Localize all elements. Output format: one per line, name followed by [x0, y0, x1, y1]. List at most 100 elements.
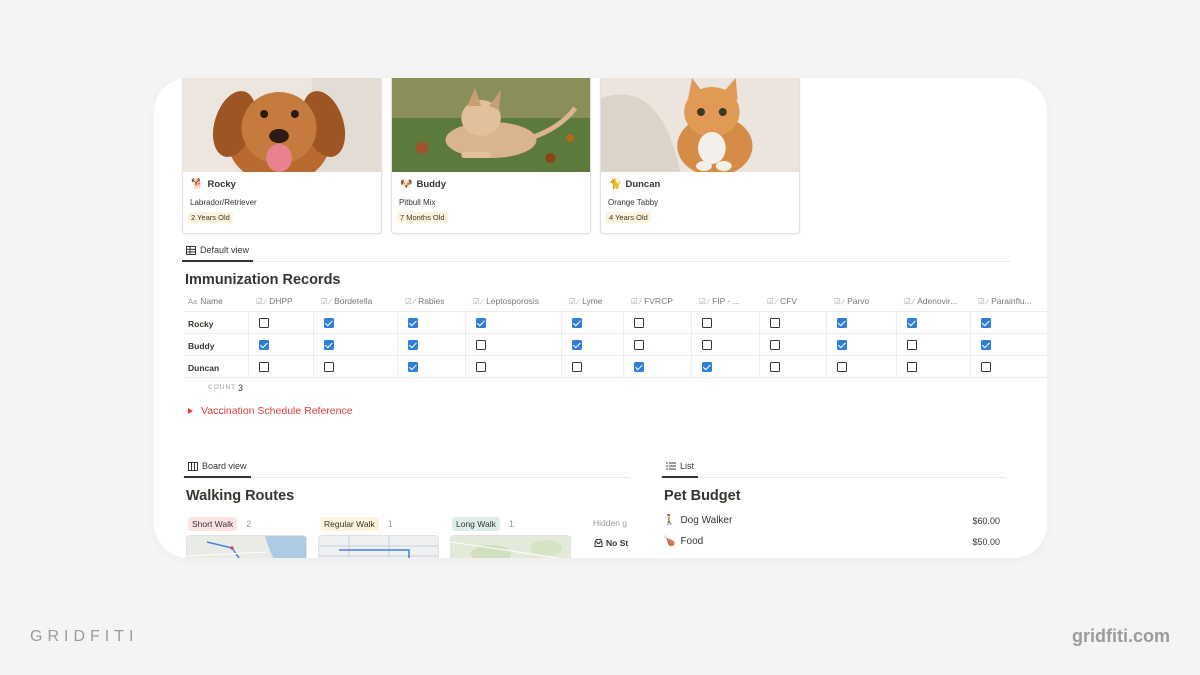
tab-board-view[interactable]: Board view [184, 456, 251, 478]
pet-card-buddy[interactable]: 🐶 Buddy Pitbull Mix 7 Months Old [391, 78, 591, 234]
vaccine-checkbox[interactable] [907, 362, 917, 372]
vaccine-checkbox[interactable] [634, 362, 644, 372]
group-tag: Regular Walk [320, 517, 379, 531]
pet-name-duncan: 🐈 Duncan [609, 179, 661, 190]
vaccine-checkbox[interactable] [770, 340, 780, 350]
vaccine-checkbox[interactable] [634, 318, 644, 328]
checkbox-formula-icon: ☑ ⁄ [321, 296, 332, 306]
vaccine-checkbox[interactable] [324, 318, 334, 328]
table-row-name[interactable]: Rocky [188, 319, 214, 329]
column-header-label: Name [200, 296, 223, 306]
vaccine-checkbox[interactable] [408, 362, 418, 372]
pet-name-buddy: 🐶 Buddy [400, 179, 447, 190]
group-count: 2 [246, 519, 252, 529]
immunization-title: Immunization Records [185, 272, 341, 288]
tab-default-view[interactable]: Default view [182, 240, 254, 262]
pet-breed: Pitbull Mix [399, 198, 436, 207]
text-type-icon: Aa [188, 296, 198, 306]
vaccine-checkbox[interactable] [702, 362, 712, 372]
vaccine-checkbox[interactable] [259, 362, 269, 372]
pet-name-rocky: 🐕 Rocky [191, 179, 236, 190]
pet-card-rocky[interactable]: 🐕 Rocky Labrador/Retriever 2 Years Old [182, 78, 382, 234]
column-header-dhpp[interactable]: ☑ ⁄ DHPP [256, 291, 312, 311]
vaccination-schedule-toggle[interactable]: Vaccination Schedule Reference [188, 405, 353, 417]
vaccine-checkbox[interactable] [476, 340, 486, 350]
checkbox-formula-icon: ☑ ⁄ [405, 296, 416, 306]
gridfiti-logo: GRIDFITI [30, 628, 139, 645]
pet-age-badge: 7 Months Old [397, 212, 448, 223]
table-column-divider [970, 312, 971, 378]
group-regular-walk[interactable]: Regular Walk 1 [320, 517, 393, 531]
vaccine-checkbox[interactable] [476, 318, 486, 328]
no-status-group[interactable]: No St [594, 538, 630, 548]
vaccine-checkbox[interactable] [907, 318, 917, 328]
vaccine-checkbox[interactable] [981, 318, 991, 328]
vaccine-checkbox[interactable] [837, 340, 847, 350]
pet-card-duncan[interactable]: 🐈 Duncan Orange Tabby 4 Years Old [600, 78, 800, 234]
group-tag: Long Walk [452, 517, 500, 531]
vaccine-checkbox[interactable] [837, 318, 847, 328]
column-header-bordetella[interactable]: ☑ ⁄ Bordetella [321, 291, 395, 311]
table-row-name[interactable]: Duncan [188, 363, 219, 373]
vaccine-checkbox[interactable] [408, 340, 418, 350]
pet-age-badge: 4 Years Old [606, 212, 651, 223]
table-column-divider [397, 312, 398, 378]
column-header-leptosporosis[interactable]: ☑ ⁄ Leptosporosis [473, 291, 559, 311]
notion-page-panel: 🐕 Rocky Labrador/Retriever 2 Years Old 🐶 B… [154, 78, 1047, 558]
column-header-rabies[interactable]: ☑ ⁄ Rabies [405, 291, 463, 311]
column-header-lyme[interactable]: ☑ ⁄ Lyme [569, 291, 621, 311]
group-long-walk[interactable]: Long Walk 1 [452, 517, 514, 531]
vaccine-checkbox[interactable] [324, 340, 334, 350]
table-column-divider [759, 312, 760, 378]
vaccine-checkbox[interactable] [259, 318, 269, 328]
column-header-parvo[interactable]: ☑ ⁄ Parvo [834, 291, 894, 311]
column-header-label: Bordetella [334, 296, 373, 306]
vaccine-checkbox[interactable] [408, 318, 418, 328]
column-header-parainflu[interactable]: ☑ ⁄ Parainflu... [978, 291, 1047, 311]
vaccine-checkbox[interactable] [981, 362, 991, 372]
table-column-divider [313, 312, 314, 378]
vaccine-checkbox[interactable] [634, 340, 644, 350]
vaccine-checkbox[interactable] [572, 362, 582, 372]
route-card-map[interactable] [186, 535, 307, 558]
vaccine-checkbox[interactable] [702, 318, 712, 328]
map-image [319, 536, 438, 558]
hidden-groups-label[interactable]: Hidden g [593, 518, 630, 528]
vaccine-checkbox[interactable] [324, 362, 334, 372]
table-row-name[interactable]: Buddy [188, 341, 214, 351]
vaccine-checkbox[interactable] [476, 362, 486, 372]
vaccine-checkbox[interactable] [770, 318, 780, 328]
pet-breed: Labrador/Retriever [190, 198, 257, 207]
route-card-map[interactable] [450, 535, 571, 558]
vaccine-checkbox[interactable] [770, 362, 780, 372]
group-count: 1 [508, 519, 514, 529]
table-column-divider [465, 312, 466, 378]
vaccine-checkbox[interactable] [837, 362, 847, 372]
drumstick-icon: 🍗 [663, 536, 676, 547]
budget-item-dog-walker[interactable]: 🚶 Dog Walker $60.00 [663, 515, 1000, 526]
dog-icon: 🐕 [191, 179, 204, 190]
route-card-map[interactable] [318, 535, 439, 558]
budget-item-food[interactable]: 🍗 Food $50.00 [663, 536, 1000, 547]
column-header-label: DHPP [269, 296, 293, 306]
tab-list-view[interactable]: List [662, 456, 699, 478]
map-image [451, 536, 570, 558]
vaccine-checkbox[interactable] [572, 318, 582, 328]
table-column-divider [248, 312, 249, 378]
checkbox-formula-icon: ☑ ⁄ [473, 296, 484, 306]
vaccine-checkbox[interactable] [259, 340, 269, 350]
puppy-icon: 🐶 [400, 179, 413, 190]
group-short-walk[interactable]: Short Walk 2 [188, 517, 251, 531]
vaccine-checkbox[interactable] [572, 340, 582, 350]
column-header-name[interactable]: Aa Name [188, 291, 252, 311]
budget-item-name: Dog Walker [680, 515, 733, 526]
column-header-fvrcp[interactable]: ☑ ⁄ FVRCP [631, 291, 689, 311]
table-column-divider [691, 312, 692, 378]
column-header-label: Adenovir... [917, 296, 958, 306]
column-header-fip[interactable]: ☑ ⁄ FIP - ... [699, 291, 757, 311]
vaccine-checkbox[interactable] [702, 340, 712, 350]
vaccine-checkbox[interactable] [981, 340, 991, 350]
vaccine-checkbox[interactable] [907, 340, 917, 350]
column-header-cfv[interactable]: ☑ ⁄ CFV [767, 291, 825, 311]
column-header-adenovir[interactable]: ☑ ⁄ Adenovir... [904, 291, 968, 311]
